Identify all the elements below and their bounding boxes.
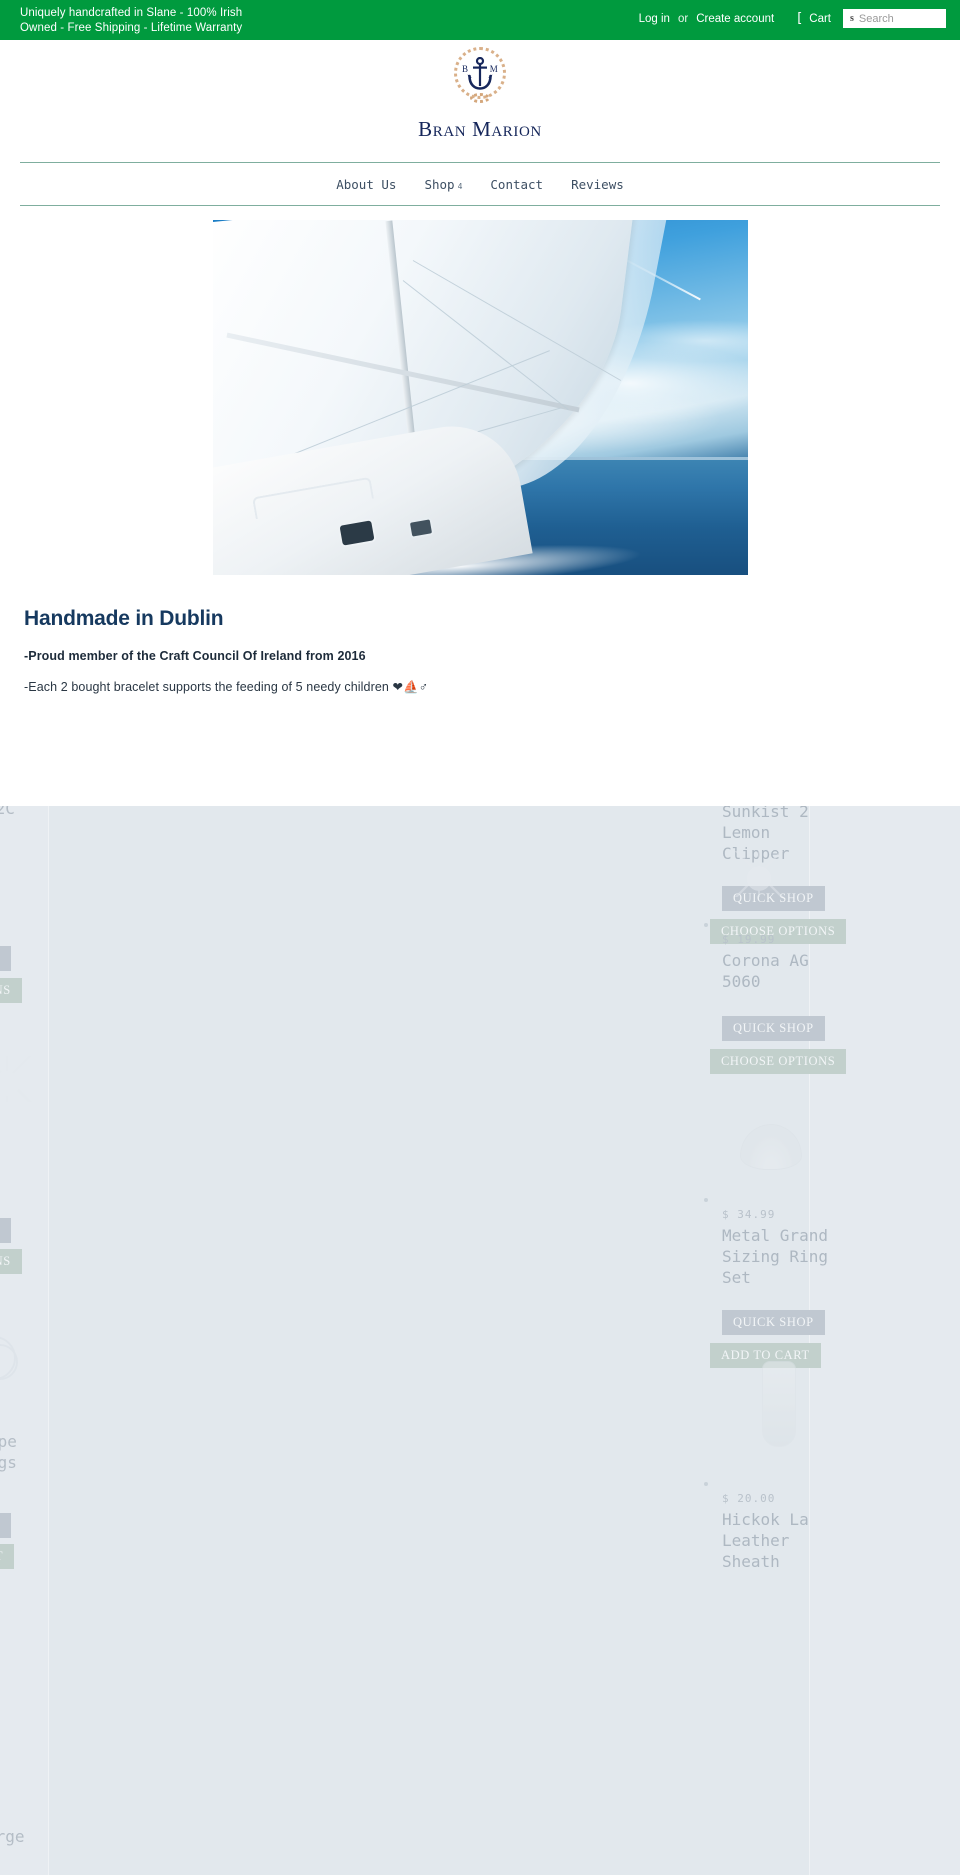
ghost-thumb-knife (762, 1361, 796, 1447)
search-box[interactable]: s (843, 9, 946, 28)
ghost-product-card-3[interactable]: $ 34.99 Metal Grand Sizing Ring Set QUIC… (710, 1208, 828, 1368)
product-title: Hickok La Leather Sheath (722, 1510, 809, 1571)
nav-label: Reviews (571, 176, 624, 192)
site-header: B M Bran Marion (0, 40, 960, 162)
add-to-cart-button[interactable]: ART (0, 1544, 15, 1569)
or-separator: or (677, 12, 689, 25)
quick-shop-button[interactable]: OP (0, 1513, 12, 1538)
cart-button[interactable]: [ Cart (797, 12, 831, 25)
nav-item-reviews[interactable]: Reviews (557, 177, 638, 192)
ghost-thumb-starfish (0, 1056, 36, 1102)
nav-label: Shop (424, 176, 455, 192)
ghost-left-card-1-action[interactable]: TIONS (0, 978, 22, 1003)
choose-options-button[interactable]: CHOOSE OPTIONS (710, 1049, 847, 1074)
account-area: Log in or Create account [ Cart s (634, 9, 946, 28)
nav-label: Contact (490, 176, 544, 192)
ghost-thumb-shell (740, 1124, 802, 1170)
page-title: Handmade in Dublin (24, 607, 224, 630)
product-price: $ 19.99 (722, 933, 776, 946)
ghost-product-card-4[interactable]: $ 20.00 Hickok La Leather Sheath (722, 1492, 809, 1572)
faded-overlay-layer: 12C OP TIONS G OP TIONS ape ngs OP ART a… (0, 806, 960, 1875)
ghost-left-price-1: 12C (0, 806, 15, 818)
ghost-bullet (704, 1482, 708, 1486)
ghost-bullet (704, 1198, 708, 1202)
ghost-bullet (704, 923, 708, 927)
product-price: $ 34.99 (722, 1208, 776, 1221)
quick-shop-button[interactable]: QUICK SHOP (722, 1310, 825, 1335)
promo-section: Handmade in Dublin -Proud member of the … (0, 575, 960, 695)
choose-options-button[interactable]: TIONS (0, 1249, 22, 1274)
nav-item-shop[interactable]: Shop 4 (410, 177, 476, 192)
cart-icon: [ (797, 11, 803, 26)
search-icon: s (850, 13, 854, 24)
hero-image (212, 220, 748, 575)
ghost-left-card-1[interactable]: OP (0, 946, 12, 971)
announcement-text: Uniquely handcrafted in Slane - 100% Iri… (20, 7, 243, 34)
announcement-bar: Uniquely handcrafted in Slane - 100% Iri… (0, 0, 960, 40)
nav-label: About Us (336, 176, 397, 192)
ghost-thumb-ring (0, 1336, 18, 1380)
nav-item-about-us[interactable]: About Us (322, 177, 410, 192)
nav-item-contact[interactable]: Contact (476, 177, 557, 192)
hero-section (0, 206, 960, 575)
anchor-icon (467, 57, 493, 90)
product-title: Corona AG 5060 (722, 951, 809, 991)
product-price: $ 20.00 (722, 1492, 776, 1505)
ghost-divider (48, 806, 49, 1875)
search-input[interactable] (858, 12, 942, 25)
product-title: Metal Grand Sizing Ring Set (722, 1226, 828, 1287)
nav-count-badge: 4 (457, 181, 463, 191)
main-navigation: About Us Shop 4 Contact Reviews (20, 162, 940, 206)
ghost-left-title-4: arge (0, 1827, 25, 1846)
ghost-left-card-3[interactable]: OP (0, 1513, 12, 1538)
cart-label: Cart (809, 12, 831, 25)
ghost-left-card-3-action[interactable]: ART (0, 1544, 15, 1569)
brand-wordmark: Bran Marion (418, 117, 542, 141)
rope-knot-icon (470, 93, 490, 103)
quick-shop-button[interactable]: QUICK SHOP (722, 1016, 825, 1041)
login-link[interactable]: Log in (634, 13, 675, 25)
nav-list: About Us Shop 4 Contact Reviews (322, 177, 638, 192)
ghost-left-title-3: ape ngs (0, 1432, 17, 1472)
promo-line-1: -Proud member of the Craft Council Of Ir… (24, 649, 366, 663)
promo-line-2: -Each 2 bought bracelet supports the fee… (24, 680, 429, 694)
ghost-left-card-2-action[interactable]: TIONS (0, 1249, 22, 1274)
ghost-left-card-2[interactable]: OP (0, 1218, 12, 1243)
quick-shop-button[interactable]: OP (0, 946, 12, 971)
choose-options-button[interactable]: TIONS (0, 978, 22, 1003)
brand-logo-icon[interactable]: B M (446, 47, 514, 109)
quick-shop-button[interactable]: OP (0, 1218, 12, 1243)
ghost-thumb-starfish (730, 851, 788, 897)
create-account-link[interactable]: Create account (691, 13, 779, 25)
ghost-product-card-2[interactable]: $ 19.99 Corona AG 5060 QUICK SHOP CHOOSE… (710, 933, 847, 1074)
